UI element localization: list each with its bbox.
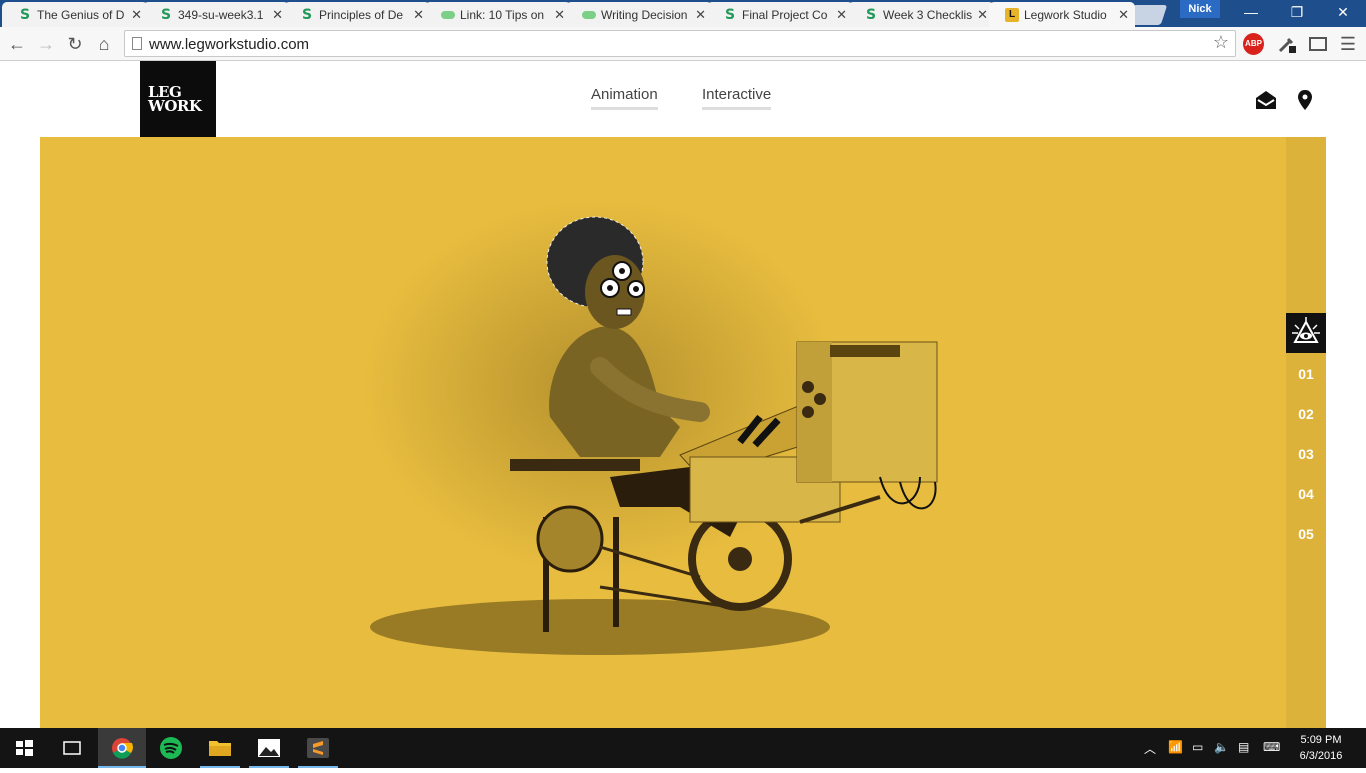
sublime-taskbar-icon[interactable] — [294, 728, 342, 768]
browser-tab[interactable]: S Final Project Co ✕ — [707, 2, 853, 27]
battery-icon[interactable]: ▭ — [1192, 740, 1203, 754]
photos-taskbar-icon[interactable] — [245, 728, 293, 768]
browser-tab[interactable]: S 349-su-week3.1 ✕ — [143, 2, 289, 27]
eyedropper-extension-icon[interactable] — [1276, 33, 1298, 55]
back-icon[interactable]: ← — [4, 31, 30, 57]
location-pin-icon[interactable] — [1297, 89, 1313, 111]
show-hidden-icons[interactable]: ︿ — [1144, 740, 1156, 757]
profile-button[interactable]: Nick — [1180, 0, 1220, 18]
close-tab-icon[interactable]: ✕ — [695, 7, 706, 23]
legwork-logo[interactable]: LEG WORK — [140, 61, 216, 137]
close-tab-icon[interactable]: ✕ — [131, 7, 142, 23]
cloud-favicon-icon — [441, 10, 455, 19]
volume-icon[interactable]: 🔈 — [1214, 740, 1229, 754]
sheets-favicon-icon: S — [160, 6, 172, 23]
home-icon[interactable]: ⌂ — [91, 31, 117, 57]
url-text[interactable]: www.legworkstudio.com — [149, 36, 309, 53]
close-tab-icon[interactable]: ✕ — [413, 7, 424, 23]
sheets-favicon-icon: S — [865, 6, 877, 23]
minimize-icon[interactable]: — — [1228, 0, 1274, 27]
adblock-plus-icon[interactable]: ABP — [1243, 33, 1264, 55]
sheets-favicon-icon: S — [301, 6, 313, 23]
action-center-icon[interactable]: ▤ — [1238, 740, 1249, 754]
browser-tab-strip: S The Genius of D ✕ S 349-su-week3.1 ✕ S Prin… — [0, 0, 1366, 27]
section-rail: 01 02 03 04 05 — [1286, 137, 1326, 728]
file-explorer-taskbar-icon[interactable] — [196, 728, 244, 768]
menu-icon[interactable]: ☰ — [1338, 33, 1358, 55]
legwork-favicon-icon: L — [1005, 7, 1019, 22]
reload-icon[interactable]: ↻ — [62, 31, 88, 57]
hero-illustration-area — [40, 137, 1286, 728]
sheets-favicon-icon: S — [724, 6, 736, 23]
close-window-icon[interactable]: ✕ — [1320, 0, 1366, 27]
bookmark-star-icon[interactable]: ☆ — [1213, 32, 1229, 53]
typist-machine-illustration — [360, 197, 938, 655]
close-tab-icon[interactable]: ✕ — [554, 7, 565, 23]
browser-tab[interactable]: S Week 3 Checklis ✕ — [848, 2, 994, 27]
browser-tab[interactable]: S The Genius of D ✕ — [2, 2, 148, 27]
keyboard-icon[interactable]: ⌨ — [1263, 740, 1280, 754]
forward-icon[interactable]: → — [33, 31, 59, 57]
address-bar[interactable]: www.legworkstudio.com ☆ — [124, 30, 1236, 57]
cast-icon[interactable] — [1307, 33, 1329, 55]
start-button[interactable] — [0, 728, 48, 768]
close-tab-icon[interactable]: ✕ — [1118, 7, 1129, 23]
browser-tab[interactable]: S Principles of De ✕ — [284, 2, 430, 27]
browser-tab[interactable]: Writing Decision ✕ — [566, 2, 712, 27]
section-link-03[interactable]: 03 — [1286, 446, 1326, 462]
page-icon — [132, 37, 142, 50]
system-clock[interactable]: 5:09 PM 6/3/2016 — [1296, 732, 1346, 764]
section-link-05[interactable]: 05 — [1286, 526, 1326, 542]
browser-tab-active[interactable]: L Legwork Studio ✕ — [989, 2, 1135, 27]
chrome-taskbar-icon[interactable] — [98, 728, 146, 768]
nav-interactive-link[interactable]: Interactive — [702, 86, 772, 110]
browser-tab[interactable]: Link: 10 Tips on ✕ — [425, 2, 571, 27]
mail-icon[interactable] — [1255, 89, 1277, 111]
close-tab-icon[interactable]: ✕ — [272, 7, 283, 23]
section-link-02[interactable]: 02 — [1286, 406, 1326, 422]
cloud-favicon-icon — [582, 10, 596, 19]
close-tab-icon[interactable]: ✕ — [977, 7, 988, 23]
section-link-04[interactable]: 04 — [1286, 486, 1326, 502]
sheets-favicon-icon: S — [19, 6, 31, 23]
wifi-icon[interactable]: 📶 — [1168, 740, 1183, 754]
nav-animation-link[interactable]: Animation — [591, 86, 658, 110]
windows-taskbar: ︿ 📶 ▭ 🔈 ▤ ⌨ 5:09 PM 6/3/2016 — [0, 728, 1366, 768]
restore-icon[interactable]: ❐ — [1274, 0, 1320, 27]
close-tab-icon[interactable]: ✕ — [836, 7, 847, 23]
legwork-site: LEG WORK Animation Interactive 01 02 03 … — [0, 61, 1366, 728]
task-view-icon[interactable] — [48, 728, 96, 768]
browser-toolbar: ← → ↻ ⌂ www.legworkstudio.com ☆ ABP ☰ — [0, 27, 1366, 61]
all-seeing-eye-icon[interactable] — [1286, 313, 1326, 353]
spotify-taskbar-icon[interactable] — [147, 728, 195, 768]
section-link-01[interactable]: 01 — [1286, 366, 1326, 382]
